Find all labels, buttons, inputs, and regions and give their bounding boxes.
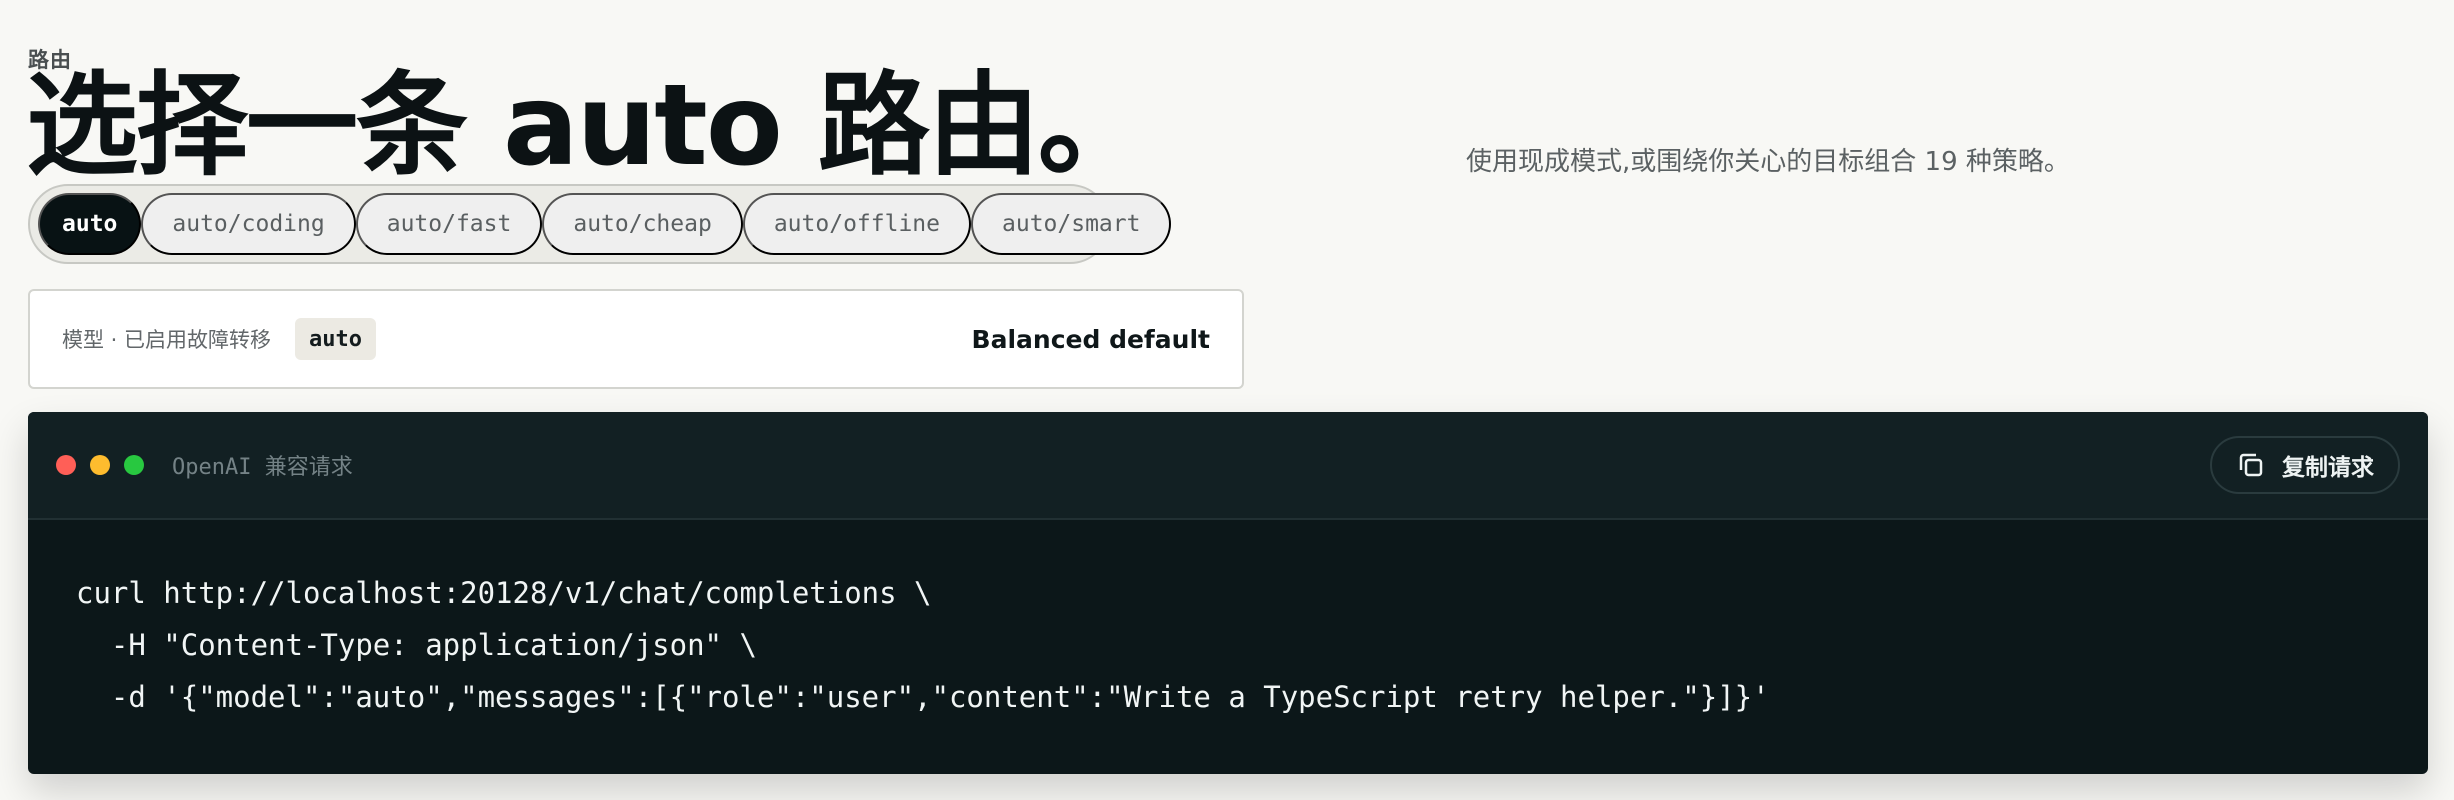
page-title: 选择一条 auto 路由。	[26, 61, 1150, 191]
copy-icon	[2239, 453, 2263, 477]
code-block: curl http://localhost:20128/v1/chat/comp…	[28, 520, 2428, 723]
route-tab-auto[interactable]: auto	[38, 193, 142, 255]
code-line: -H "Content-Type: application/json" \	[76, 628, 757, 662]
page-subtitle: 使用现成模式,或围绕你关心的目标组合 19 种策略。	[1466, 147, 2070, 177]
route-tab-auto-fast[interactable]: auto/fast	[355, 193, 543, 255]
code-line: curl http://localhost:20128/v1/chat/comp…	[76, 576, 932, 610]
copy-request-label: 复制请求	[2282, 454, 2374, 480]
terminal-title: OpenAI 兼容请求	[172, 455, 353, 480]
minimize-window-dot	[90, 455, 110, 475]
route-tab-auto-cheap[interactable]: auto/cheap	[542, 193, 743, 255]
close-window-dot	[56, 455, 76, 475]
route-tab-auto-offline[interactable]: auto/offline	[742, 193, 971, 255]
code-line: -d '{"model":"auto","messages":[{"role":…	[76, 680, 1770, 714]
route-tab-auto-coding[interactable]: auto/coding	[141, 193, 356, 255]
route-tabs: auto auto/coding auto/fast auto/cheap au…	[28, 184, 1172, 264]
model-label: 模型 · 已启用故障转移	[62, 328, 272, 352]
route-tab-auto-smart[interactable]: auto/smart	[971, 193, 1172, 255]
model-chip: auto	[295, 318, 377, 360]
copy-request-button[interactable]: 复制请求	[2210, 436, 2400, 494]
model-card: 模型 · 已启用故障转移 auto Balanced default	[28, 289, 1244, 389]
request-terminal: OpenAI 兼容请求 复制请求 curl http://localhost:2…	[28, 412, 2428, 774]
model-description: Balanced default	[971, 324, 1210, 354]
maximize-window-dot	[124, 455, 144, 475]
terminal-header: OpenAI 兼容请求 复制请求	[28, 412, 2428, 520]
